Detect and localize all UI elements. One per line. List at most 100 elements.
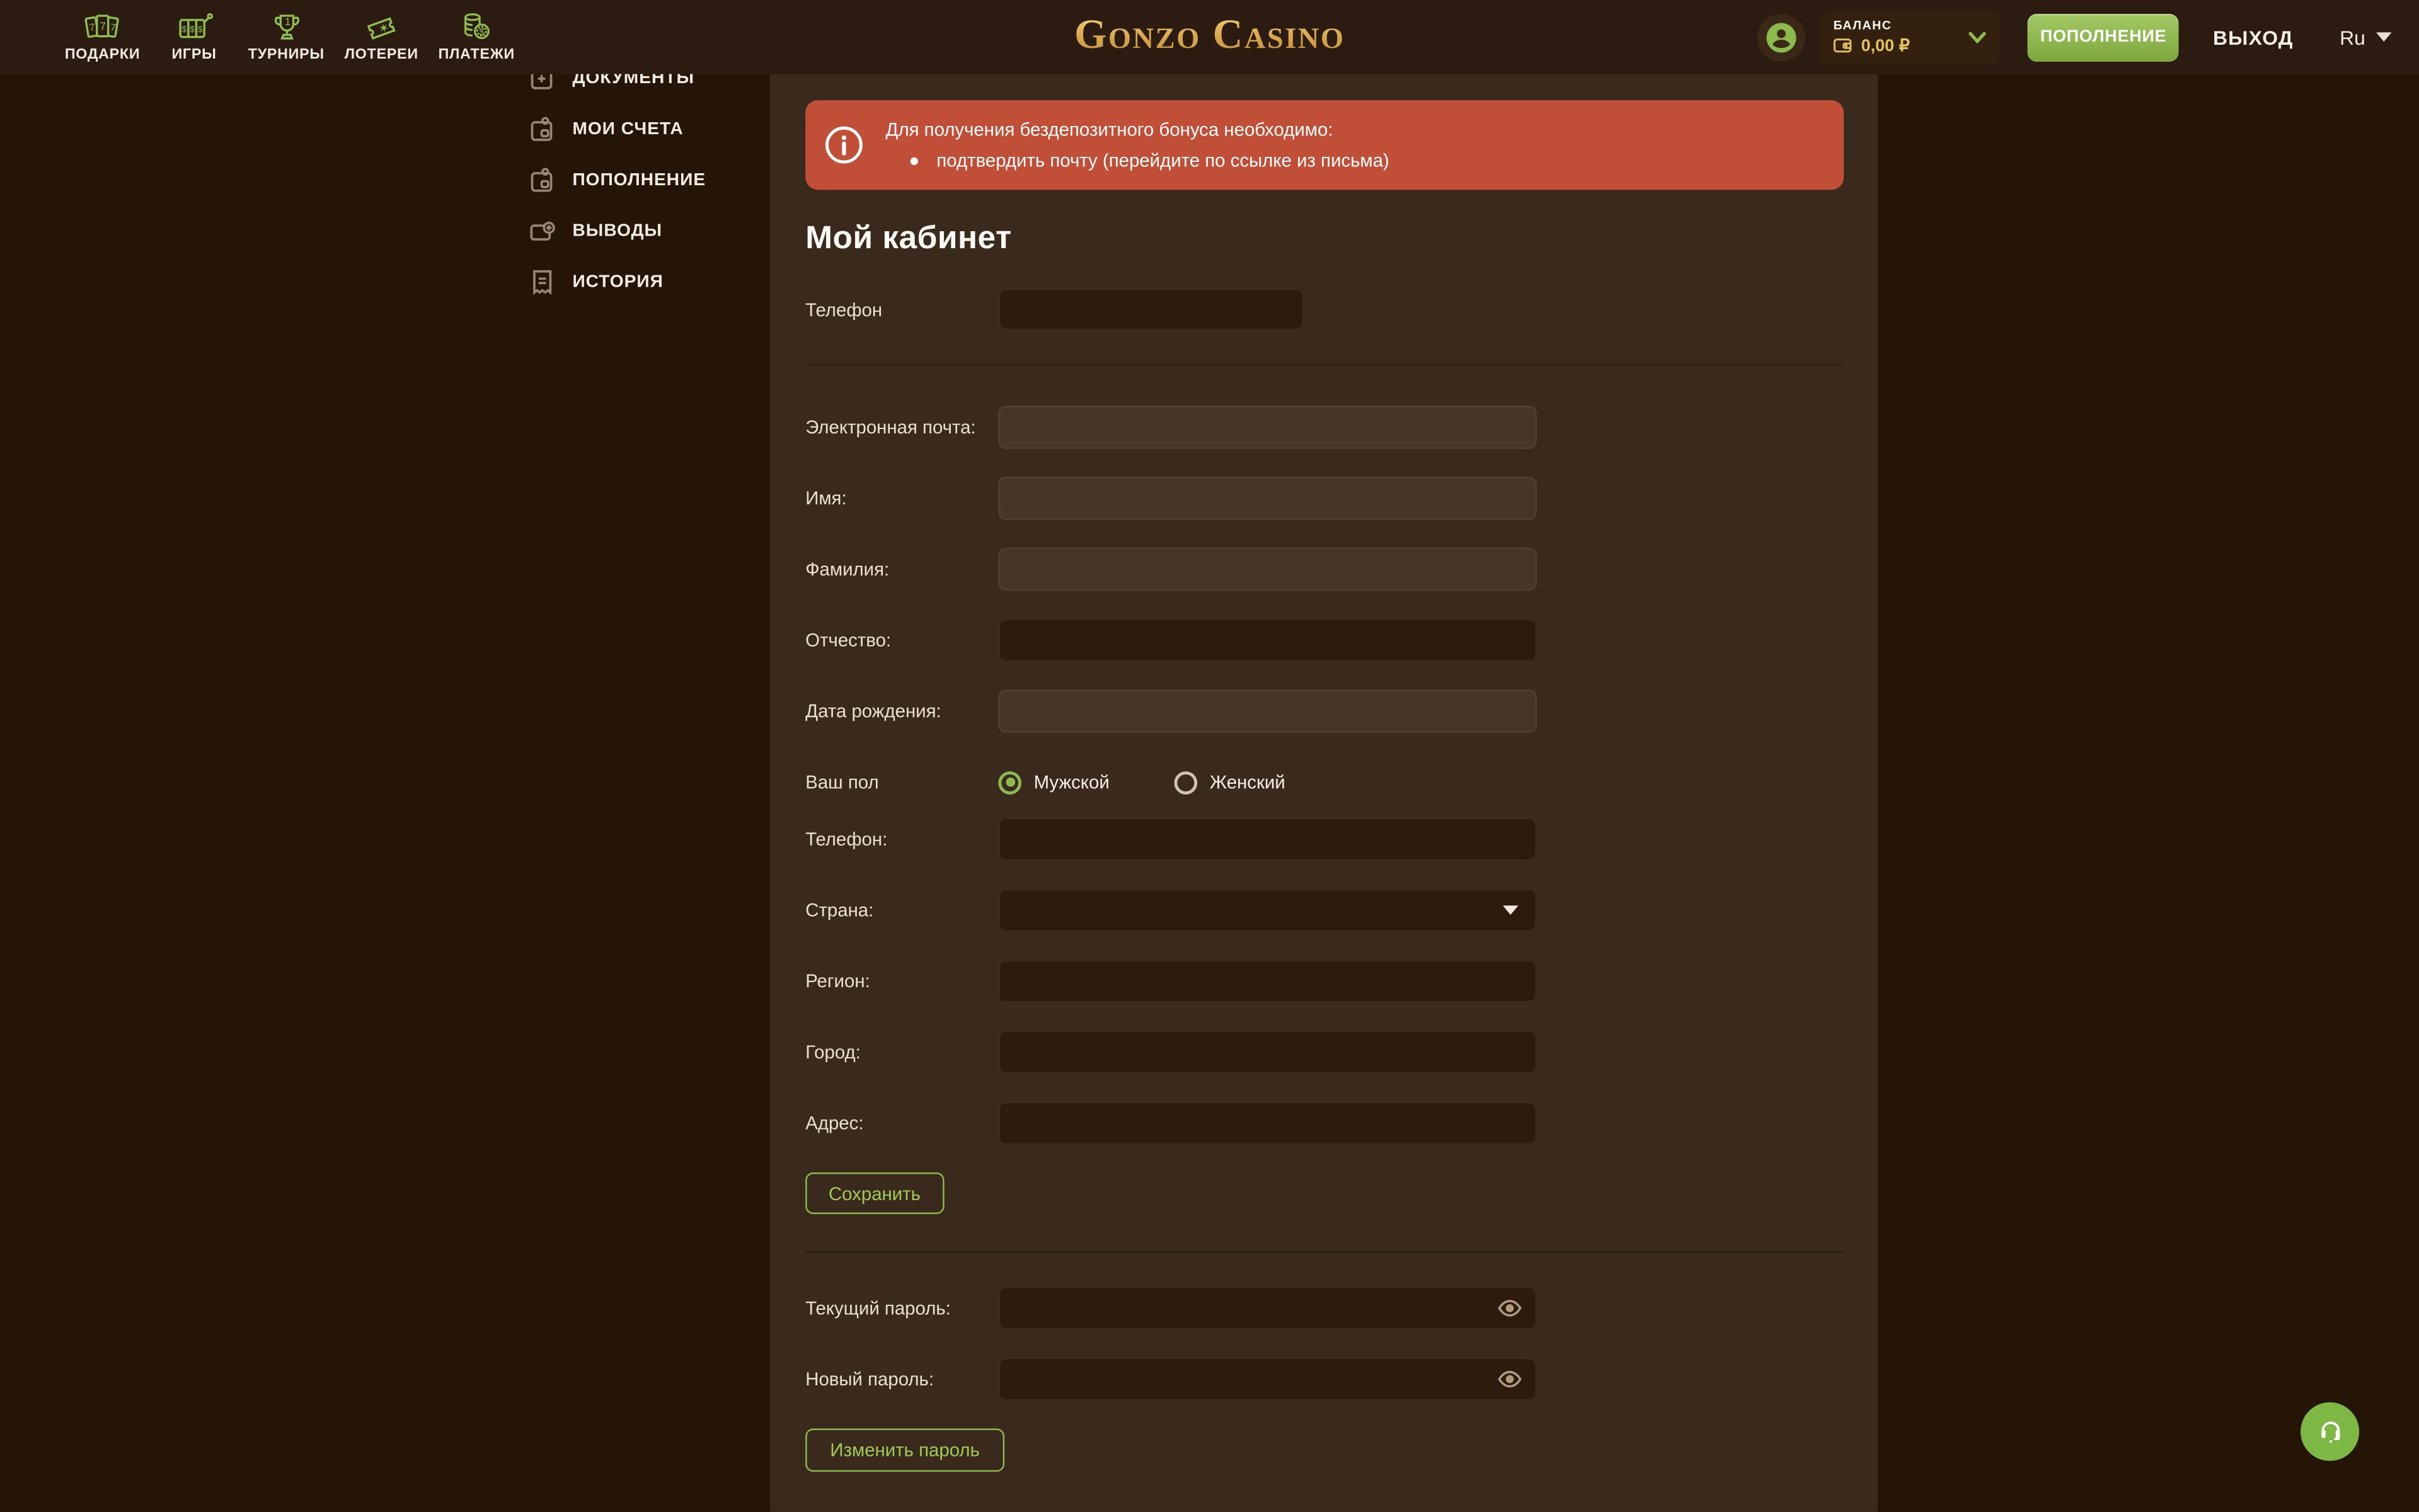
balance-widget[interactable]: БАЛАНС 0,00 ₽ — [1821, 10, 2000, 64]
form-row-region: Регион: — [805, 959, 1844, 1003]
nav-item-tournaments[interactable]: 1 ТУРНИРЫ — [248, 11, 325, 63]
birth-date-input[interactable] — [998, 690, 1537, 733]
sidebar-item-withdrawals[interactable]: ВЫВОДЫ — [529, 205, 761, 256]
form-row-address: Адрес: — [805, 1101, 1844, 1145]
page: 7 7 7 ПОДАРКИ $ $ $ ИГРЫ — [0, 0, 2419, 1512]
field-label: Фамилия: — [805, 547, 998, 591]
chevron-down-icon — [1968, 30, 1988, 44]
caret-down-icon — [2376, 32, 2391, 42]
card-plus-icon — [529, 217, 556, 244]
field-label: Страна: — [805, 888, 998, 932]
sidebar-item-label: ДОКУМЕНТЫ — [572, 74, 694, 88]
field-label: Адрес: — [805, 1101, 998, 1145]
change-password-button[interactable]: Изменить пароль — [805, 1428, 1004, 1472]
alert-title: Для получения бездепозитного бонуса необ… — [886, 117, 1389, 142]
svg-text:7: 7 — [89, 22, 96, 33]
balance-label: БАЛАНС — [1834, 18, 1968, 32]
top-bar: 7 7 7 ПОДАРКИ $ $ $ ИГРЫ — [0, 0, 2419, 74]
field-label: Электронная почта: — [805, 406, 998, 449]
form-row-city: Город: — [805, 1031, 1844, 1074]
page-title: Мой кабинет — [805, 222, 1844, 255]
current-password-input[interactable] — [998, 1286, 1537, 1330]
save-button[interactable]: Сохранить — [805, 1172, 944, 1214]
show-password-eye-icon[interactable] — [1497, 1296, 1523, 1320]
gender-option-male[interactable]: Мужской — [998, 770, 1109, 794]
form-row-email: Электронная почта: — [805, 406, 1844, 449]
svg-text:$: $ — [198, 25, 203, 34]
sidebar-item-label: ПОПОЛНЕНИЕ — [572, 171, 706, 189]
phone-top-input[interactable] — [998, 289, 1304, 330]
email-input[interactable] — [998, 406, 1537, 449]
wallet-icon — [1834, 37, 1854, 54]
field-label: Ваш пол — [805, 760, 998, 804]
field-label: Телефон — [805, 289, 998, 330]
region-input[interactable] — [998, 959, 1537, 1003]
sidebar-item-history[interactable]: ИСТОРИЯ — [529, 256, 761, 307]
svg-text:$: $ — [190, 25, 195, 34]
divider — [805, 364, 1844, 365]
lottery-ticket-icon: ✶ — [363, 11, 400, 45]
form-row-middle-name: Отчество: — [805, 619, 1844, 662]
radio-selected-icon — [998, 770, 1021, 794]
document-plus-icon — [529, 74, 556, 92]
form-row-first-name: Имя: — [805, 477, 1844, 520]
new-password-input[interactable] — [998, 1358, 1537, 1401]
svg-text:7: 7 — [100, 20, 106, 32]
form-row-country: Страна: — [805, 888, 1844, 932]
nav-label: ПЛАТЕЖИ — [439, 46, 515, 63]
form-row-birth-date: Дата рождения: — [805, 690, 1844, 733]
nav-label: ИГРЫ — [171, 46, 216, 63]
bonus-alert-banner: Для получения бездепозитного бонуса необ… — [805, 100, 1844, 190]
nav-item-lotteries[interactable]: ✶ ЛОТЕРЕИ — [345, 11, 418, 63]
field-label: Текущий пароль: — [805, 1286, 998, 1330]
middle-name-input[interactable] — [998, 619, 1537, 662]
trophy-icon: 1 — [268, 11, 305, 45]
nav-item-games[interactable]: $ $ $ ИГРЫ — [160, 11, 228, 63]
nav-item-gifts[interactable]: 7 7 7 ПОДАРКИ — [65, 11, 140, 63]
city-input[interactable] — [998, 1031, 1537, 1074]
show-password-eye-icon[interactable] — [1497, 1367, 1523, 1392]
field-label: Дата рождения: — [805, 690, 998, 733]
support-chat-button[interactable] — [2301, 1402, 2359, 1461]
nav-item-payments[interactable]: $ ПЛАТЕЖИ — [439, 11, 515, 63]
svg-text:$: $ — [181, 25, 187, 34]
nav-label: ТУРНИРЫ — [248, 46, 325, 63]
balance-amount: 0,00 ₽ — [1861, 35, 1910, 55]
phone-input[interactable] — [998, 818, 1537, 861]
sidebar-item-my-accounts[interactable]: МОИ СЧЕТА — [529, 103, 761, 154]
field-label: Город: — [805, 1031, 998, 1074]
form-row-phone-top: Телефон — [805, 289, 1844, 330]
topup-button[interactable]: ПОПОЛНЕНИЕ — [2028, 13, 2179, 61]
radio-label: Женский — [1210, 771, 1285, 793]
clipboard-icon — [529, 166, 556, 193]
gifts-777-cards-icon: 7 7 7 — [84, 11, 121, 45]
nav-label: ЛОТЕРЕИ — [345, 46, 418, 63]
sidebar-item-documents[interactable]: ДОКУМЕНТЫ — [529, 74, 761, 104]
language-label: Ru — [2340, 25, 2365, 49]
sidebar-item-label: ИСТОРИЯ — [572, 272, 663, 290]
sidebar-item-label: ВЫВОДЫ — [572, 221, 662, 239]
slot-machine-icon: $ $ $ — [176, 11, 213, 45]
sidebar-item-topup[interactable]: ПОПОЛНЕНИЕ — [529, 154, 761, 205]
bullet-dot — [911, 157, 918, 164]
gender-radio-group: Мужской Женский — [998, 760, 1285, 804]
country-select[interactable] — [998, 888, 1537, 932]
svg-text:1: 1 — [284, 16, 290, 28]
logout-button[interactable]: ВЫХОД — [2213, 25, 2294, 49]
clipboard-icon — [529, 115, 556, 142]
svg-text:$: $ — [480, 27, 485, 37]
alert-bullet-text: подтвердить почту (перейдите по ссылке и… — [936, 148, 1389, 173]
address-input[interactable] — [998, 1101, 1537, 1145]
divider — [805, 1251, 1844, 1252]
language-selector[interactable]: Ru — [2340, 25, 2391, 49]
form-row-new-password: Новый пароль: — [805, 1358, 1844, 1401]
gender-option-female[interactable]: Женский — [1175, 770, 1285, 794]
profile-avatar[interactable] — [1758, 13, 1806, 61]
nav-label: ПОДАРКИ — [65, 46, 140, 63]
first-name-input[interactable] — [998, 477, 1537, 520]
field-label: Имя: — [805, 477, 998, 520]
headset-support-icon — [2315, 1417, 2345, 1446]
info-icon — [824, 125, 865, 165]
form-row-last-name: Фамилия: — [805, 547, 1844, 591]
last-name-input[interactable] — [998, 547, 1537, 591]
